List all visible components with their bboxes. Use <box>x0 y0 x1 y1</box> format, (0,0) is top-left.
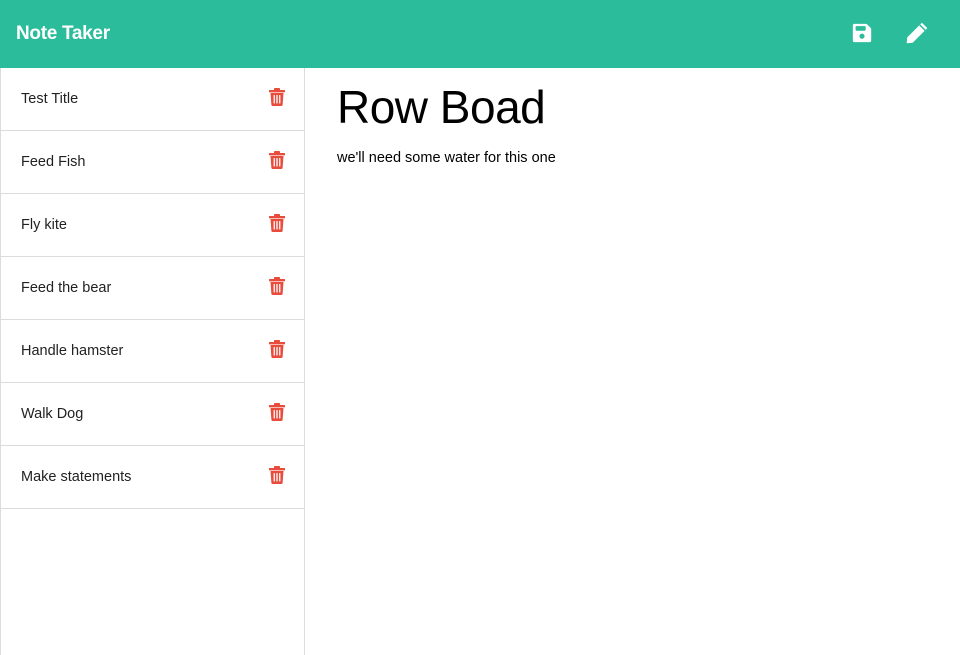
note-list-title[interactable]: Test Title <box>21 68 78 130</box>
note-list-title[interactable]: Walk Dog <box>21 383 83 445</box>
list-item[interactable]: Feed Fish <box>1 131 304 194</box>
save-icon <box>852 23 872 43</box>
trash-icon[interactable] <box>267 213 287 233</box>
trash-icon[interactable] <box>267 465 287 485</box>
list-item[interactable]: Walk Dog <box>1 383 304 446</box>
note-list-title[interactable]: Feed Fish <box>21 131 85 193</box>
list-item[interactable]: Feed the bear <box>1 257 304 320</box>
note-editor: Row Boad we'll need some water for this … <box>305 68 960 655</box>
note-list-title[interactable]: Make statements <box>21 446 131 508</box>
trash-icon[interactable] <box>267 276 287 296</box>
note-list-title[interactable]: Fly kite <box>21 194 67 256</box>
list-item[interactable]: Test Title <box>1 68 304 131</box>
list-item[interactable]: Make statements <box>1 446 304 509</box>
notes-sidebar: Test Title Feed Fish Fly kite Feed the b… <box>0 68 305 655</box>
trash-icon[interactable] <box>267 339 287 359</box>
save-note-button[interactable] <box>848 19 876 47</box>
trash-icon[interactable] <box>267 402 287 422</box>
note-list: Test Title Feed Fish Fly kite Feed the b… <box>1 68 304 509</box>
new-note-button[interactable] <box>903 19 931 47</box>
note-list-title[interactable]: Feed the bear <box>21 257 111 319</box>
note-title-input[interactable]: Row Boad <box>337 78 546 136</box>
trash-icon[interactable] <box>267 150 287 170</box>
pencil-icon <box>906 22 928 44</box>
list-item[interactable]: Fly kite <box>1 194 304 257</box>
note-list-title[interactable]: Handle hamster <box>21 320 123 382</box>
list-item[interactable]: Handle hamster <box>1 320 304 383</box>
trash-icon[interactable] <box>267 87 287 107</box>
note-text-area[interactable]: we'll need some water for this one <box>337 148 556 168</box>
app-title[interactable]: Note Taker <box>16 0 110 68</box>
navbar: Note Taker <box>0 0 960 68</box>
